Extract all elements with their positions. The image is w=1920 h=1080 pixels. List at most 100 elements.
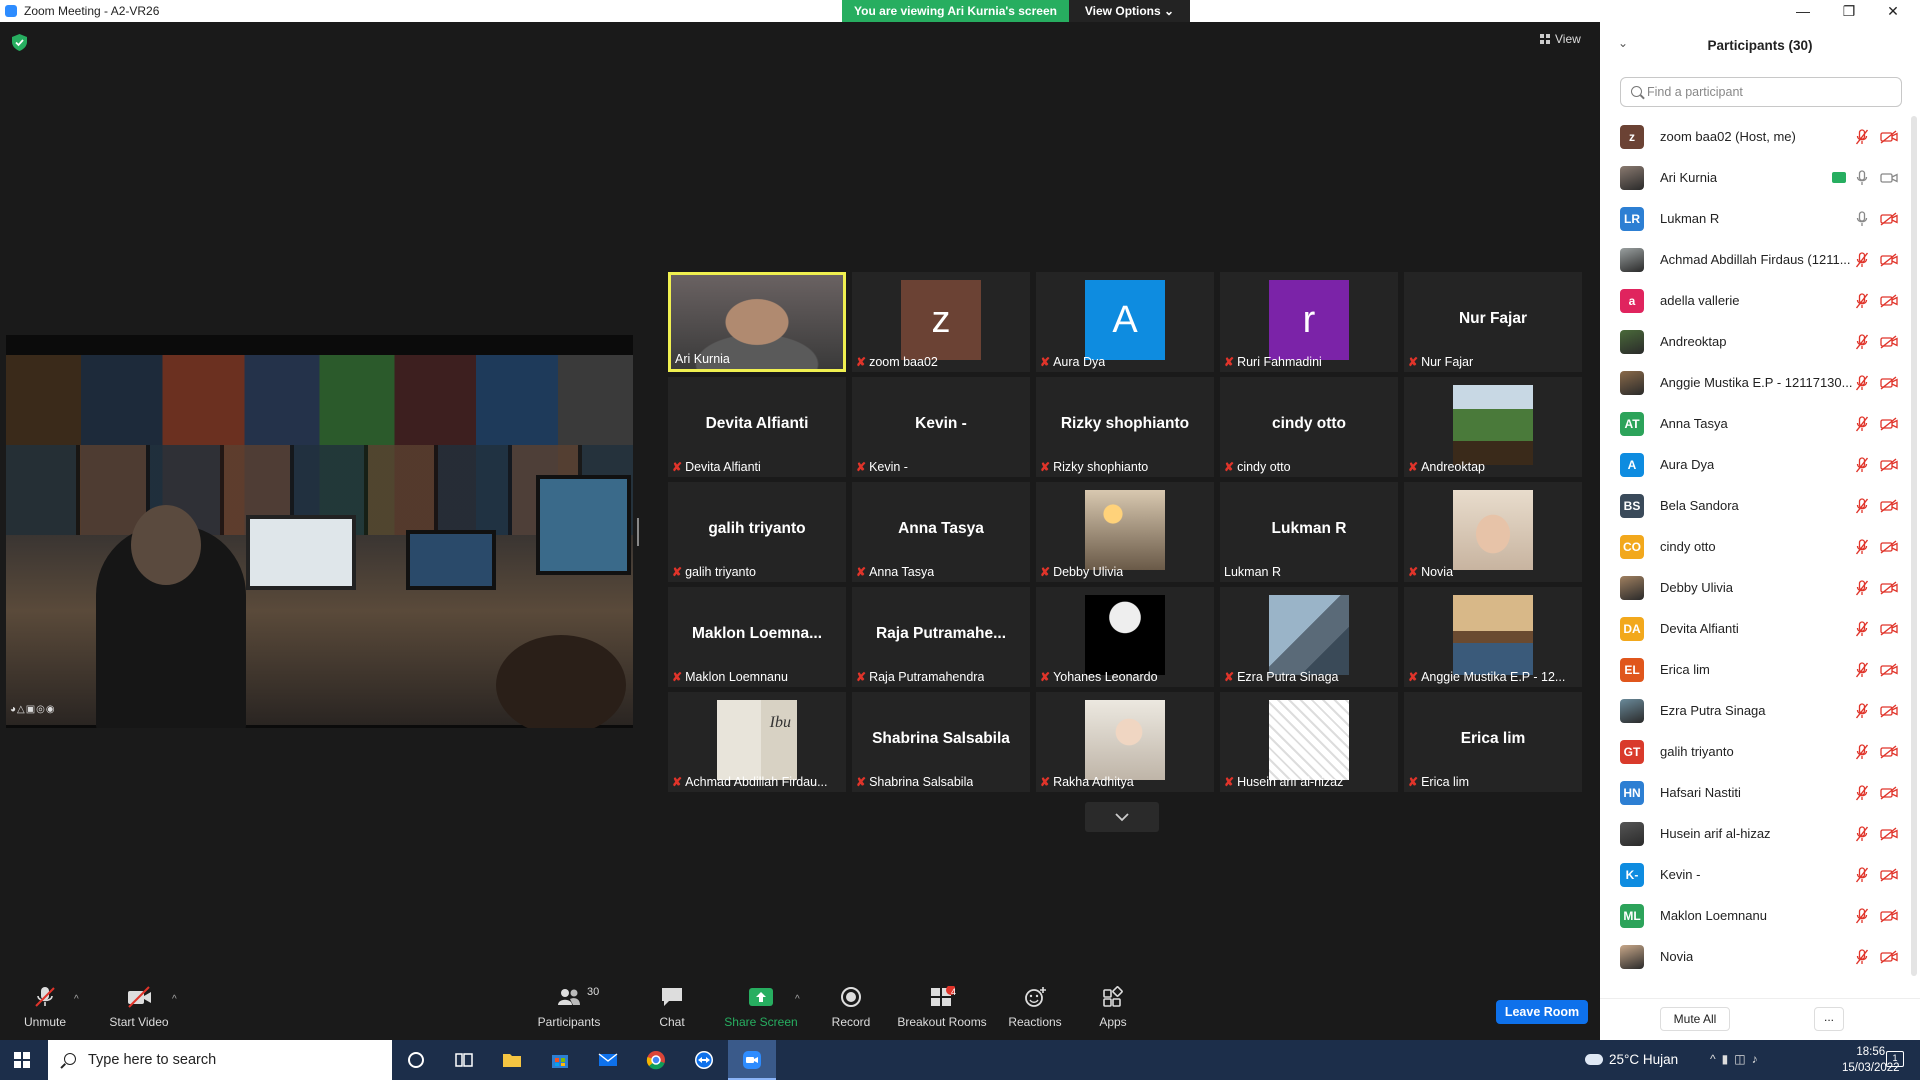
video-off-icon[interactable] bbox=[1880, 581, 1898, 595]
mail-button[interactable] bbox=[584, 1040, 632, 1080]
muted-mic-icon[interactable] bbox=[1856, 252, 1868, 268]
participant-row[interactable]: GT galih triyanto bbox=[1600, 731, 1908, 772]
video-tile[interactable]: Erica lim ✘ Erica lim bbox=[1404, 692, 1582, 792]
video-off-icon[interactable] bbox=[1880, 663, 1898, 677]
video-off-icon[interactable] bbox=[1880, 827, 1898, 841]
teamviewer-button[interactable] bbox=[680, 1040, 728, 1080]
participant-row[interactable]: BS Bela Sandora bbox=[1600, 485, 1908, 526]
muted-mic-icon[interactable] bbox=[1856, 293, 1868, 309]
video-off-icon[interactable] bbox=[1880, 786, 1898, 800]
chrome-button[interactable] bbox=[632, 1040, 680, 1080]
apps-button[interactable]: Apps bbox=[1068, 986, 1158, 1036]
store-button[interactable] bbox=[536, 1040, 584, 1080]
participant-row[interactable]: Husein arif al-hizaz bbox=[1600, 813, 1908, 854]
participant-list-scrollbar[interactable] bbox=[1911, 116, 1917, 976]
minimize-icon[interactable]: — bbox=[1794, 2, 1812, 20]
notification-center-icon[interactable]: 1 bbox=[1886, 1051, 1904, 1067]
muted-mic-icon[interactable] bbox=[1856, 703, 1868, 719]
participant-row[interactable]: Achmad Abdillah Firdaus (1211... bbox=[1600, 239, 1908, 280]
breakout-rooms-button[interactable]: 4 Breakout Rooms bbox=[897, 985, 987, 1036]
participant-row[interactable]: A Aura Dya bbox=[1600, 444, 1908, 485]
zoom-taskbar-button[interactable] bbox=[728, 1040, 776, 1080]
cortana-button[interactable] bbox=[392, 1040, 440, 1080]
muted-mic-icon[interactable] bbox=[1856, 498, 1868, 514]
video-off-icon[interactable] bbox=[1880, 622, 1898, 636]
restore-icon[interactable]: ❐ bbox=[1840, 2, 1858, 20]
reactions-button[interactable]: Reactions bbox=[990, 986, 1080, 1036]
muted-mic-icon[interactable] bbox=[1856, 826, 1868, 842]
more-options-button[interactable]: ... bbox=[1814, 1007, 1844, 1031]
muted-mic-icon[interactable] bbox=[1856, 744, 1868, 760]
network-icon[interactable]: ◫ bbox=[1734, 1052, 1751, 1066]
mic-icon[interactable] bbox=[1856, 211, 1868, 227]
participant-row[interactable]: AT Anna Tasya bbox=[1600, 403, 1908, 444]
video-off-icon[interactable] bbox=[1880, 499, 1898, 513]
video-tile[interactable]: z ✘ zoom baa02 bbox=[852, 272, 1030, 372]
chevron-up-icon[interactable]: ^ bbox=[1710, 1052, 1722, 1066]
video-tile[interactable]: Devita Alfianti ✘ Devita Alfianti bbox=[668, 377, 846, 477]
security-shield-icon[interactable] bbox=[12, 34, 27, 51]
muted-mic-icon[interactable] bbox=[1856, 375, 1868, 391]
video-tile[interactable]: ✘ Ezra Putra Sinaga bbox=[1220, 587, 1398, 687]
record-button[interactable]: Record bbox=[806, 986, 896, 1036]
participant-search-input[interactable]: Find a participant bbox=[1620, 77, 1902, 107]
video-tile[interactable]: ✘ Rakha Adhitya bbox=[1036, 692, 1214, 792]
video-tile[interactable]: ✘ Novia bbox=[1404, 482, 1582, 582]
video-tile[interactable]: Lukman R Lukman R bbox=[1220, 482, 1398, 582]
taskbar-search-input[interactable]: Type here to search bbox=[48, 1040, 392, 1080]
share-options-caret-icon[interactable]: ^ bbox=[795, 994, 800, 1005]
close-icon[interactable]: ✕ bbox=[1884, 2, 1902, 20]
video-off-icon[interactable] bbox=[1880, 253, 1898, 267]
task-view-button[interactable] bbox=[440, 1040, 488, 1080]
video-tile[interactable]: ✘ Husein arif al-hizaz bbox=[1220, 692, 1398, 792]
video-off-icon[interactable] bbox=[1880, 417, 1898, 431]
share-screen-button[interactable]: Share Screen bbox=[716, 986, 806, 1036]
weather-widget[interactable]: 25°C Hujan bbox=[1585, 1052, 1678, 1067]
start-video-button[interactable]: Start Video bbox=[94, 986, 184, 1036]
video-off-icon[interactable] bbox=[1880, 540, 1898, 554]
chat-button[interactable]: Chat bbox=[627, 986, 717, 1036]
muted-mic-icon[interactable] bbox=[1856, 334, 1868, 350]
speaker-icon[interactable]: ♪ bbox=[1752, 1052, 1764, 1066]
participant-row[interactable]: HN Hafsari Nastiti bbox=[1600, 772, 1908, 813]
video-tile[interactable]: ✘ Debby Ulivia bbox=[1036, 482, 1214, 582]
participant-row[interactable]: DA Devita Alfianti bbox=[1600, 608, 1908, 649]
video-tile[interactable]: Maklon Loemna... ✘ Maklon Loemnanu bbox=[668, 587, 846, 687]
video-off-icon[interactable] bbox=[1880, 868, 1898, 882]
video-icon[interactable] bbox=[1880, 171, 1898, 185]
participant-row[interactable]: Andreoktap bbox=[1600, 321, 1908, 362]
video-tile[interactable]: cindy otto ✘ cindy otto bbox=[1220, 377, 1398, 477]
video-off-icon[interactable] bbox=[1880, 950, 1898, 964]
participant-row[interactable]: Debby Ulivia bbox=[1600, 567, 1908, 608]
video-tile[interactable]: Ibu ✘ Achmad Abdillah Firdau... bbox=[668, 692, 846, 792]
video-tile[interactable]: Kevin - ✘ Kevin - bbox=[852, 377, 1030, 477]
video-tile[interactable]: ✘ Anggie Mustika E.P - 12... bbox=[1404, 587, 1582, 687]
muted-mic-icon[interactable] bbox=[1856, 867, 1868, 883]
windows-start-icon[interactable] bbox=[14, 1052, 30, 1068]
video-tile[interactable]: A ✘ Aura Dya bbox=[1036, 272, 1214, 372]
participant-row[interactable]: Novia bbox=[1600, 936, 1908, 977]
participant-row[interactable]: Ezra Putra Sinaga bbox=[1600, 690, 1908, 731]
video-tile[interactable]: Rizky shophianto ✘ Rizky shophianto bbox=[1036, 377, 1214, 477]
muted-mic-icon[interactable] bbox=[1856, 580, 1868, 596]
split-view-handle[interactable] bbox=[637, 518, 639, 546]
participant-row[interactable]: CO cindy otto bbox=[1600, 526, 1908, 567]
view-layout-button[interactable]: View bbox=[1540, 32, 1581, 46]
file-explorer-button[interactable] bbox=[488, 1040, 536, 1080]
audio-options-caret-icon[interactable]: ^ bbox=[74, 994, 79, 1005]
video-off-icon[interactable] bbox=[1880, 745, 1898, 759]
participant-row[interactable]: EL Erica lim bbox=[1600, 649, 1908, 690]
muted-mic-icon[interactable] bbox=[1856, 621, 1868, 637]
video-off-icon[interactable] bbox=[1880, 294, 1898, 308]
video-tile[interactable]: r ✘ Ruri Fahmadini bbox=[1220, 272, 1398, 372]
muted-mic-icon[interactable] bbox=[1856, 416, 1868, 432]
muted-mic-icon[interactable] bbox=[1856, 662, 1868, 678]
muted-mic-icon[interactable] bbox=[1856, 908, 1868, 924]
video-off-icon[interactable] bbox=[1880, 458, 1898, 472]
participant-row[interactable]: ML Maklon Loemnanu bbox=[1600, 895, 1908, 936]
video-off-icon[interactable] bbox=[1880, 335, 1898, 349]
mute-all-button[interactable]: Mute All bbox=[1660, 1007, 1730, 1031]
video-tile[interactable]: ✘ Yohanes Leonardo bbox=[1036, 587, 1214, 687]
muted-mic-icon[interactable] bbox=[1856, 129, 1868, 145]
system-tray[interactable]: ^▮◫♪ bbox=[1710, 1052, 1764, 1066]
